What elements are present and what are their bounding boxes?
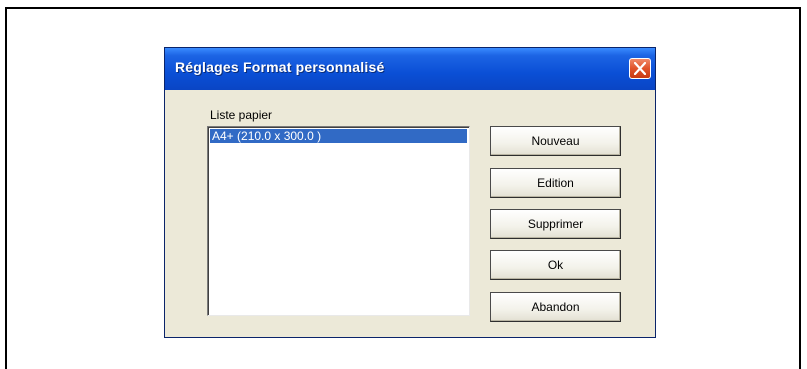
- dialog-title: Réglages Format personnalisé: [175, 59, 385, 75]
- new-button[interactable]: Nouveau: [490, 126, 621, 156]
- custom-format-dialog: Réglages Format personnalisé Liste papie…: [164, 47, 656, 338]
- paper-list-label: Liste papier: [210, 108, 273, 122]
- delete-button[interactable]: Supprimer: [490, 209, 621, 239]
- close-icon: [634, 62, 646, 75]
- ok-button[interactable]: Ok: [490, 250, 621, 280]
- list-item[interactable]: A4+ (210.0 x 300.0 ): [210, 129, 467, 143]
- paper-listbox[interactable]: A4+ (210.0 x 300.0 ): [207, 126, 470, 316]
- close-button[interactable]: [629, 58, 651, 79]
- cancel-button[interactable]: Abandon: [490, 292, 621, 322]
- edit-button[interactable]: Edition: [490, 168, 621, 198]
- title-bar[interactable]: Réglages Format personnalisé: [165, 48, 655, 90]
